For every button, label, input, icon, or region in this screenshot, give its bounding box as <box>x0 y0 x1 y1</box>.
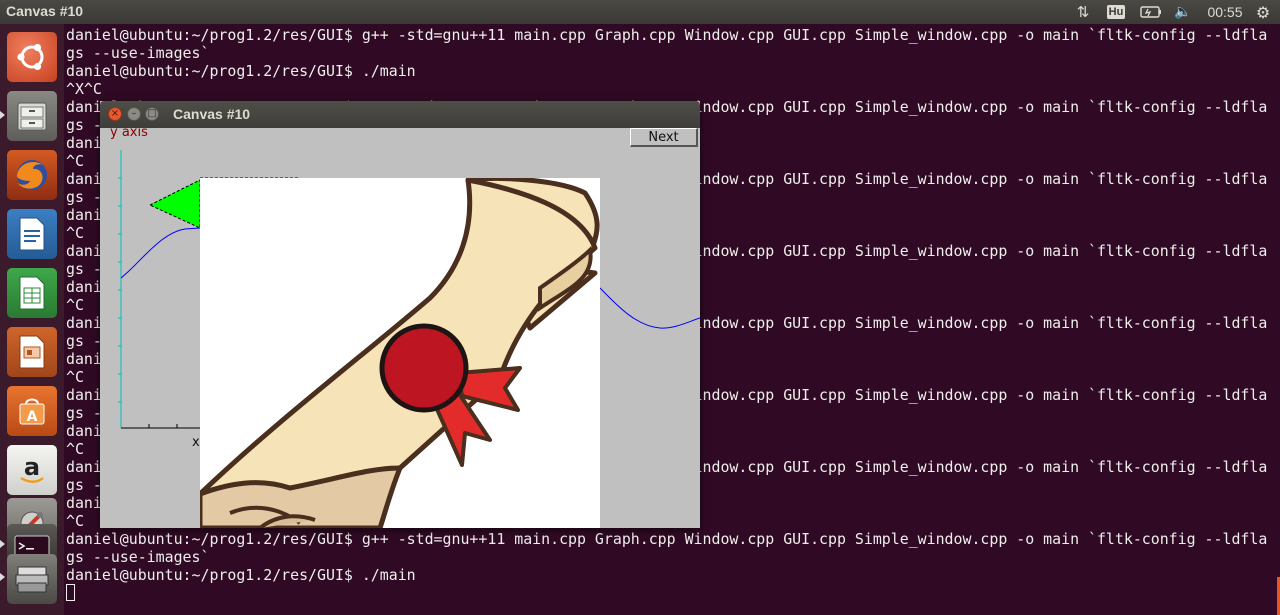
terminal-line: ^C <box>66 152 84 170</box>
terminal-line: ^C <box>66 368 84 386</box>
keyboard-layout-icon: Hu <box>1106 5 1126 19</box>
running-indicator <box>0 111 5 119</box>
window-titlebar[interactable]: × – □ Canvas #10 <box>100 101 700 128</box>
impress-presentation-icon[interactable] <box>7 327 57 377</box>
network-icon[interactable]: ⇅ <box>1072 2 1094 22</box>
svg-text:A: A <box>27 409 38 425</box>
minimize-icon: – <box>131 108 137 119</box>
running-indicator <box>0 573 5 581</box>
settings-gear-icon[interactable]: ⚙ <box>1252 2 1274 22</box>
clock[interactable]: 00:55 <box>1205 2 1245 22</box>
terminal-line: ^C <box>66 440 84 458</box>
amazon-icon[interactable]: a <box>7 445 57 495</box>
terminal-line: daniel@ubuntu:~/prog1.2/res/GUI$ g++ -st… <box>66 26 1268 44</box>
y-axis-label: y axis <box>110 128 148 140</box>
terminal-line: daniel@ubuntu:~/prog1.2/res/GUI$ g++ -st… <box>66 530 1268 548</box>
ubuntu-logo-icon[interactable] <box>7 32 57 82</box>
next-button[interactable]: Next <box>630 128 698 147</box>
software-center-icon[interactable]: A <box>7 386 57 436</box>
volume-icon[interactable]: 🔈 <box>1172 2 1194 22</box>
file-cabinet-icon[interactable] <box>7 91 57 141</box>
canvas-area: y axis x Next <box>100 128 700 528</box>
terminal-cursor <box>66 584 75 601</box>
terminal-line: daniel@ubuntu:~/prog1.2/res/GUI$ ./main <box>66 62 416 80</box>
diploma-scroll-image <box>200 178 600 528</box>
maximize-button[interactable]: □ <box>145 107 159 121</box>
battery-icon[interactable] <box>1138 2 1164 22</box>
running-indicator <box>0 540 5 548</box>
keyboard-layout-indicator[interactable]: Hu <box>1105 2 1127 22</box>
launcher: A a <box>0 24 64 615</box>
terminal-line: ^X^C <box>66 80 102 98</box>
window-title: Canvas #10 <box>173 106 251 122</box>
app-stack-icon[interactable] <box>7 554 57 604</box>
calc-spreadsheet-icon[interactable] <box>7 268 57 318</box>
terminal-line: daniel@ubuntu:~/prog1.2/res/GUI$ ./main <box>66 566 416 584</box>
x-axis-label: x <box>192 435 200 450</box>
svg-text:a: a <box>24 453 40 481</box>
terminal-line: ^C <box>66 512 84 530</box>
curve-left <box>120 227 201 279</box>
fltk-window: × – □ Canvas #10 y axis x Next <box>100 101 700 528</box>
maximize-icon: □ <box>147 108 157 119</box>
terminal-line: ^C <box>66 224 84 242</box>
terminal-line: gs --use-images` <box>66 548 210 566</box>
writer-document-icon[interactable] <box>7 209 57 259</box>
x-axis-ticks <box>148 424 178 428</box>
firefox-icon[interactable] <box>7 150 57 200</box>
terminal-line: ^C <box>66 296 84 314</box>
minimize-button[interactable]: – <box>127 107 141 121</box>
curve-right <box>599 287 700 329</box>
active-window-title: Canvas #10 <box>6 3 84 19</box>
close-button[interactable]: × <box>108 107 122 121</box>
top-panel: Canvas #10 ⇅ Hu 🔈 00:55 ⚙ <box>0 0 1280 24</box>
terminal-line: gs --use-images` <box>66 44 210 62</box>
close-icon: × <box>110 108 120 119</box>
green-triangle <box>148 179 201 229</box>
